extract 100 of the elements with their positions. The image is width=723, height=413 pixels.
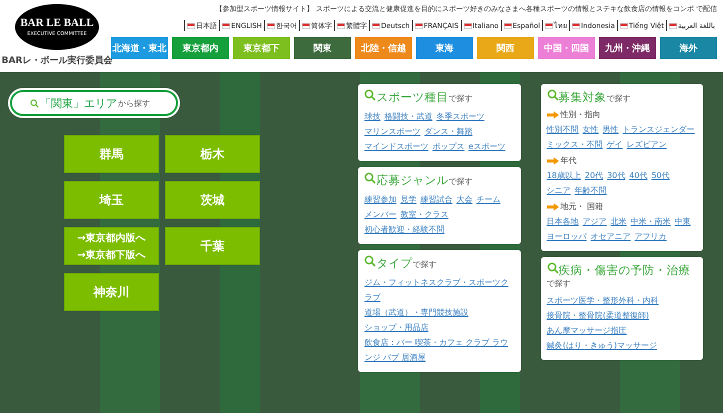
- category-link[interactable]: 見学: [400, 192, 416, 207]
- category-link[interactable]: 鍼灸(はり・きゅう)マッサージ: [546, 338, 657, 353]
- flag-icon: [187, 22, 196, 28]
- category-link[interactable]: ダンス・舞踏: [424, 124, 472, 139]
- card-title-suffix: で探す: [448, 176, 472, 187]
- category-link[interactable]: レズビアン: [626, 137, 667, 152]
- category-link[interactable]: 大会: [456, 192, 472, 207]
- category-link[interactable]: ミックス・不問: [546, 137, 603, 152]
- card-title: 応募ジャンル: [376, 173, 448, 188]
- category-link[interactable]: 中米・南米: [630, 214, 671, 229]
- region-tab[interactable]: 北海道・東北: [111, 37, 168, 59]
- category-link[interactable]: アフリカ: [634, 229, 667, 244]
- category-link[interactable]: マリンスポーツ: [364, 124, 420, 139]
- card-title-suffix: で探す: [546, 278, 571, 289]
- category-link[interactable]: 北米: [610, 214, 627, 229]
- prefecture-button[interactable]: 群馬: [64, 135, 159, 173]
- category-link[interactable]: 格闘技・武道: [384, 109, 432, 124]
- flag-icon: [464, 22, 472, 28]
- category-link[interactable]: 日本各地: [546, 214, 579, 229]
- area-search-title: 「関東」エリア: [40, 96, 117, 110]
- search-icon: [364, 172, 376, 184]
- card-title-suffix: で探す: [448, 93, 472, 104]
- category-link[interactable]: アジア: [582, 214, 607, 229]
- flag-icon: [620, 22, 628, 28]
- region-tab[interactable]: 九州・沖縄: [599, 37, 656, 59]
- category-link[interactable]: スポーツ医学・整形外科・内科: [546, 293, 659, 308]
- category-link[interactable]: eスポーツ: [468, 139, 506, 154]
- category-link[interactable]: オセアニア: [590, 229, 631, 244]
- card-title: スポーツ種目: [376, 90, 448, 105]
- group-heading: 性別・指向: [560, 109, 601, 120]
- category-link[interactable]: ヨーロッパ: [546, 229, 587, 244]
- category-link[interactable]: 教室・クラス: [400, 207, 448, 222]
- category-link[interactable]: 40代: [629, 168, 648, 183]
- category-link[interactable]: 18歳以上: [546, 168, 581, 183]
- category-link[interactable]: 初心者歓迎・経験不問: [364, 222, 444, 237]
- category-link[interactable]: あん摩マッサージ指圧: [546, 323, 627, 338]
- category-link[interactable]: ショップ・用品店: [364, 320, 428, 335]
- flag-icon: [372, 22, 380, 28]
- card-title: タイプ: [376, 256, 412, 271]
- prefecture-button[interactable]: 千葉: [165, 227, 260, 265]
- category-link[interactable]: 道場（武道）・専門競技施設: [364, 305, 468, 320]
- prefecture-button[interactable]: 栃木: [165, 135, 260, 173]
- region-tab[interactable]: 中国・四国: [538, 37, 595, 59]
- category-link[interactable]: トランスジェンダー: [622, 122, 695, 137]
- prefecture-link[interactable]: →東京都内版へ: [77, 230, 146, 244]
- category-link[interactable]: 20代: [584, 168, 604, 183]
- flag-icon: [266, 22, 275, 28]
- flag-icon: [222, 22, 230, 28]
- category-link[interactable]: シニア: [546, 183, 571, 198]
- category-link[interactable]: 練習参加: [364, 192, 396, 207]
- prefecture-button[interactable]: 埼玉: [64, 181, 159, 219]
- organization-name: BARレ・ボール実行委員会: [2, 54, 112, 67]
- category-link[interactable]: メンバー: [364, 207, 396, 222]
- category-link[interactable]: ジム・フィットネスクラブ・スポーツクラブ: [364, 275, 515, 305]
- category-link[interactable]: ゲイ: [606, 137, 623, 152]
- category-link[interactable]: マインドスポーツ: [364, 139, 428, 154]
- arrow-icon: [546, 156, 559, 164]
- category-link[interactable]: 中東: [674, 214, 691, 229]
- category-link[interactable]: 女性: [582, 122, 599, 137]
- category-link[interactable]: 年齢不問: [574, 183, 607, 198]
- prefecture-link[interactable]: →東京都下版へ: [77, 248, 146, 262]
- flag-icon: [302, 22, 310, 28]
- region-tab[interactable]: 東海: [416, 37, 473, 59]
- flag-icon: [572, 22, 580, 28]
- search-icon: [30, 98, 39, 108]
- region-tab[interactable]: 東京都下: [233, 37, 290, 59]
- flag-icon: [414, 22, 423, 28]
- search-icon: [546, 262, 559, 274]
- arrow-icon: [546, 110, 559, 118]
- logo-title: BAR LE BALL: [20, 17, 94, 29]
- card-title-suffix: で探す: [412, 260, 436, 270]
- card-title: 疾病・傷害の予防・治療: [558, 263, 691, 278]
- prefecture-button[interactable]: 茨城: [165, 181, 260, 219]
- category-link[interactable]: 性別不問: [546, 122, 579, 137]
- category-link[interactable]: 練習試合: [420, 192, 452, 207]
- category-link[interactable]: 男性: [602, 122, 619, 137]
- region-tab[interactable]: 関東: [294, 37, 351, 59]
- group-heading: 地元・ 国籍: [560, 201, 604, 212]
- prefecture-button[interactable]: 神奈川: [64, 273, 159, 311]
- card-title-suffix: で探す: [606, 93, 631, 104]
- category-link[interactable]: チーム: [476, 192, 500, 207]
- area-search-suffix: から探す: [118, 98, 150, 108]
- region-tab[interactable]: 北陸・信越: [355, 37, 412, 59]
- flag-icon: [336, 22, 345, 28]
- category-link[interactable]: 飲食店：バー 喫茶・カフェ クラブ ラウンジ パブ 居酒屋: [364, 335, 515, 365]
- search-icon: [364, 89, 376, 101]
- search-icon: [546, 89, 559, 101]
- flag-icon: [545, 22, 554, 28]
- flag-icon: [668, 22, 677, 28]
- region-tab[interactable]: 東京都内: [172, 37, 229, 59]
- region-tab[interactable]: 海外: [660, 37, 717, 59]
- flag-icon: [504, 22, 512, 28]
- category-link[interactable]: 50代: [651, 168, 670, 183]
- card-title: 募集対象: [558, 90, 607, 105]
- category-link[interactable]: 30代: [607, 168, 626, 183]
- category-link[interactable]: 接骨院・整骨院(柔道整復師): [546, 308, 649, 323]
- category-link[interactable]: ポップス: [432, 139, 464, 154]
- category-link[interactable]: 球技: [364, 109, 380, 124]
- category-link[interactable]: 冬季スポーツ: [436, 109, 484, 124]
- search-icon: [364, 255, 376, 267]
